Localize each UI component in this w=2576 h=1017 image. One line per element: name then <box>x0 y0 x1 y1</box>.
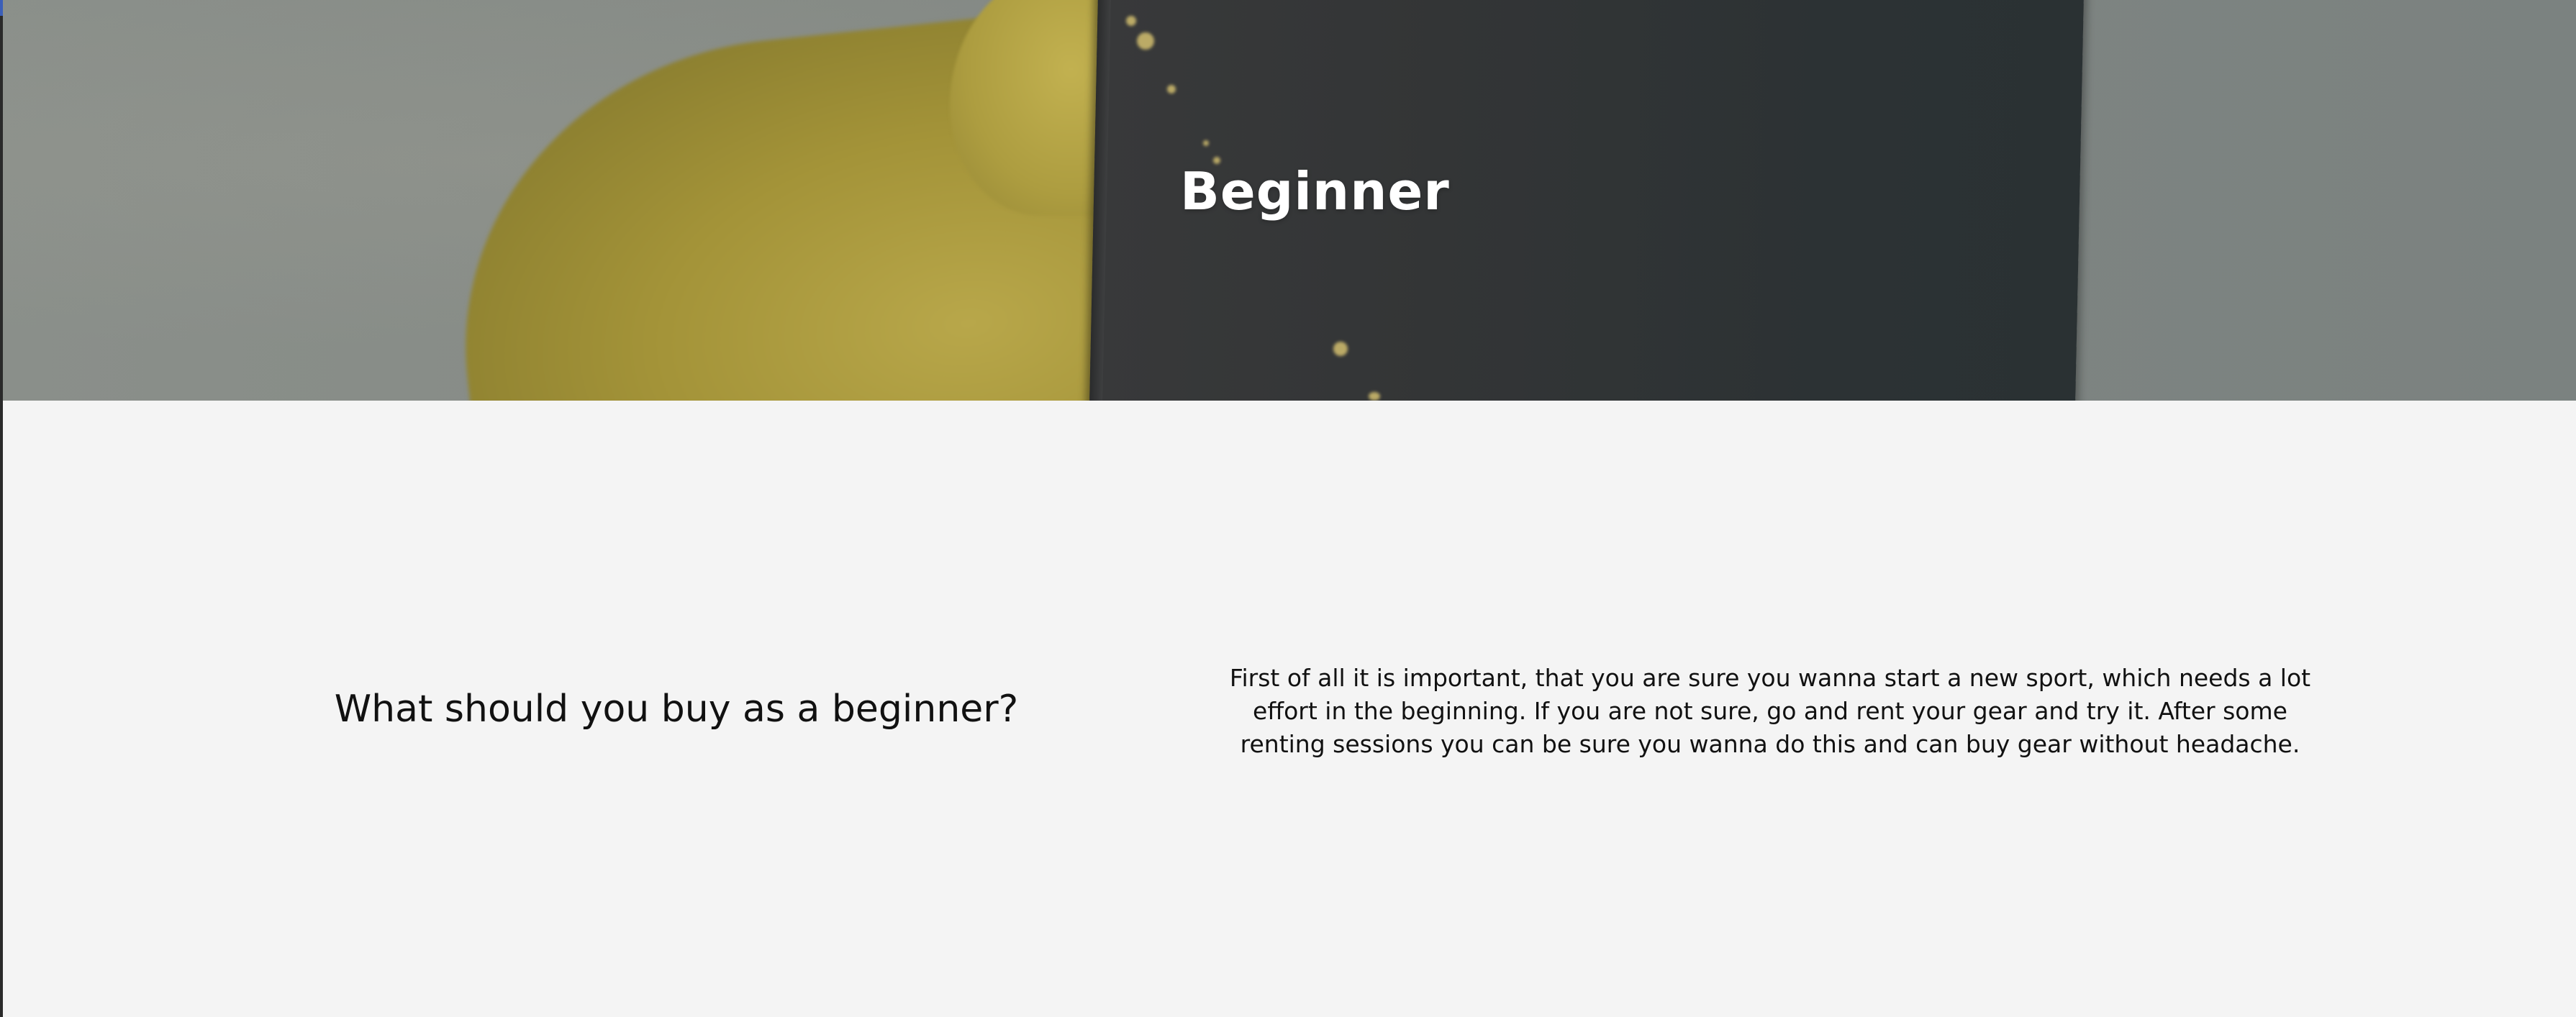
snow-particle <box>1126 16 1136 26</box>
snow-particle <box>1137 32 1154 50</box>
snow-particle <box>1369 392 1380 401</box>
beginner-info-section: What should you buy as a beginner? First… <box>0 401 2576 1017</box>
window-edge <box>0 0 3 1017</box>
snow-particle <box>1333 342 1348 356</box>
hero-banner: Beginner <box>0 0 2576 401</box>
snow-particle <box>1167 85 1176 94</box>
section-heading: What should you buy as a beginner? <box>334 688 1019 731</box>
snow-particle <box>1203 140 1209 146</box>
section-body-text: First of all it is important, that you a… <box>1229 664 2311 758</box>
page: Beginner What should you buy as a beginn… <box>0 0 2576 1017</box>
hero-title: Beginner <box>1180 161 1450 222</box>
